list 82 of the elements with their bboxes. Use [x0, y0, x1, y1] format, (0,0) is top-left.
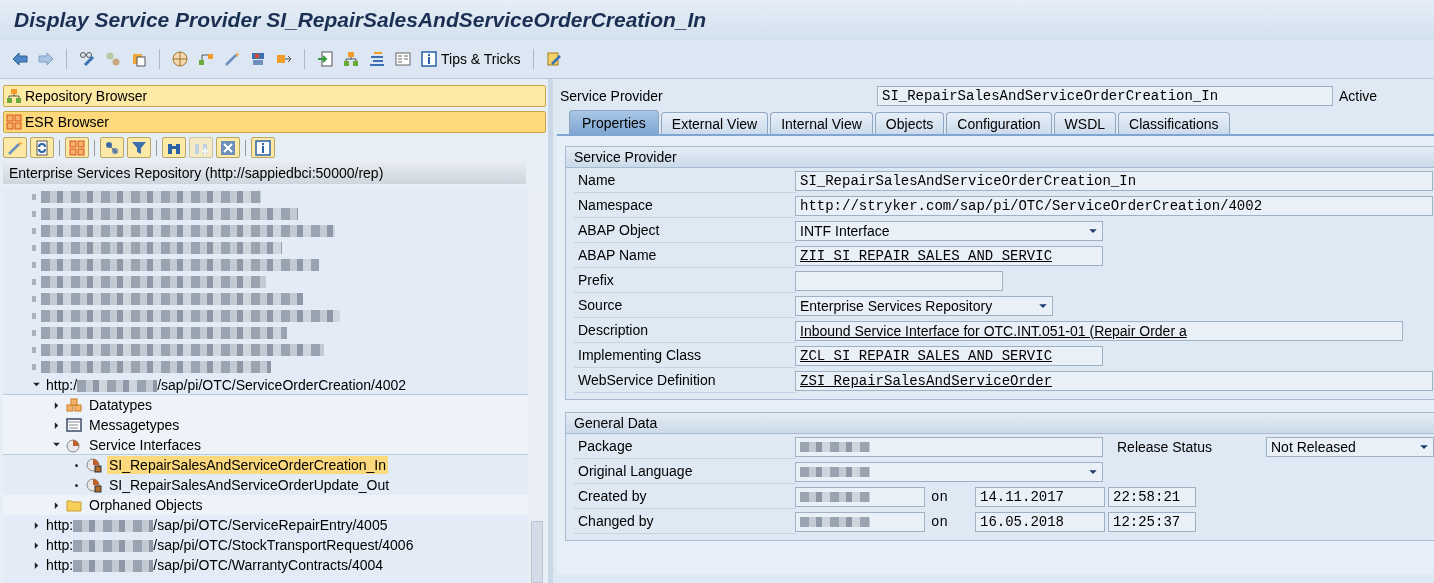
dropdown[interactable]: Enterprise Services Repository [795, 295, 1053, 316]
pie-icon[interactable] [172, 51, 188, 67]
collapse-caret-icon[interactable] [52, 440, 61, 449]
tree-item[interactable]: http: /sap/pi/OTC/WarrantyContracts/4004 [46, 557, 384, 573]
blocks-icon [66, 397, 82, 413]
tab[interactable]: WSDL [1053, 112, 1117, 134]
tree-item[interactable]: SI_RepairSalesAndServiceOrderUpdate_Out [107, 476, 392, 494]
tab[interactable]: Classifications [1118, 112, 1230, 134]
folder-icon [66, 497, 82, 513]
tab[interactable]: External View [660, 112, 769, 134]
bullet-icon [75, 483, 78, 487]
window-title: Display Service Provider SI_RepairSalesAndServiceOrderCreation_In [14, 8, 707, 32]
expand-caret-icon[interactable] [52, 420, 61, 430]
tree-item[interactable]: Messagetypes [87, 416, 182, 434]
group-title: General Data [566, 413, 1434, 434]
time-field[interactable]: 12:25:37 [1108, 511, 1196, 532]
input-field[interactable]: ZCL_SI_REPAIR_SALES_AND_SERVIC [795, 345, 1103, 366]
field-label: on [931, 488, 949, 505]
tab[interactable]: Internal View [770, 112, 873, 134]
tab[interactable]: Properties [569, 110, 659, 134]
copy-document-icon[interactable] [131, 51, 147, 67]
input-field[interactable] [795, 436, 1103, 457]
expand-caret-icon[interactable] [32, 520, 41, 530]
tree-item[interactable]: SI_RepairSalesAndServiceOrderCreation_In [107, 456, 389, 474]
field-label: on [931, 513, 949, 530]
object-name-field: SI_RepairSalesAndServiceOrderCreation_In [877, 86, 1333, 106]
connected-boxes-icon[interactable] [198, 51, 214, 67]
info-icon[interactable] [255, 139, 271, 156]
navigator-panel-button[interactable]: Repository Browser [3, 85, 546, 107]
magic-wand-icon[interactable] [224, 51, 240, 67]
input-field[interactable]: ZSI_RepairSalesAndServiceOrder [795, 370, 1433, 391]
refresh-icon[interactable] [34, 139, 50, 156]
date-field[interactable]: 14.11.2017 [975, 486, 1105, 507]
interface-icon [86, 477, 102, 493]
hierarchy-icon [6, 88, 22, 104]
glasses-pencil-icon[interactable] [79, 51, 95, 67]
status-text: Active [1339, 88, 1378, 104]
tree-item[interactable]: http: /sap/pi/OTC/StockTransportRequest/4006 [46, 537, 414, 553]
magic-wand-icon[interactable] [7, 139, 23, 156]
input-field[interactable] [795, 511, 925, 532]
field-label: Release Status [1116, 438, 1213, 455]
expand-caret-icon[interactable] [32, 560, 41, 570]
expand-caret-icon[interactable] [52, 400, 61, 410]
input-field[interactable] [795, 270, 1003, 291]
input-field[interactable]: SI_RepairSalesAndServiceOrderCreation_In [795, 170, 1433, 191]
arrow-right-icon[interactable] [38, 51, 54, 67]
info-icon [421, 51, 437, 67]
input-field[interactable]: ZII_SI_REPAIR_SALES_AND_SERVIC [795, 245, 1103, 266]
tree-item[interactable]: http: /sap/pi/OTC/ServiceRepairEntry/4005 [46, 517, 388, 533]
tab[interactable]: Configuration [946, 112, 1052, 134]
time-field[interactable]: 22:58:21 [1108, 486, 1196, 507]
group-title: Service Provider [566, 147, 1434, 168]
window-icon [66, 417, 82, 433]
four-squares-icon[interactable] [69, 139, 85, 156]
form-icon[interactable] [395, 51, 411, 67]
tree-item[interactable]: http:/ /sap/pi/OTC/ServiceOrderCreation/4002 [46, 376, 407, 393]
arrow-left-icon[interactable] [12, 51, 28, 67]
tab[interactable]: Objects [874, 112, 945, 134]
pie-icon [66, 436, 82, 453]
input-field[interactable]: Inbound Service Interface for OTC.INT.051-01 (Repair Order a [795, 320, 1403, 341]
hierarchy-icon[interactable] [343, 51, 359, 67]
date-field[interactable]: 16.05.2018 [975, 511, 1105, 532]
four-squares-icon [6, 114, 22, 130]
dropdown[interactable]: INTF Interface [795, 220, 1103, 241]
note-pencil-icon[interactable] [545, 51, 562, 67]
input-field[interactable] [795, 486, 925, 507]
dropdown[interactable]: Not Released [1266, 436, 1434, 457]
close-icon[interactable] [220, 139, 236, 156]
collapse-caret-icon[interactable] [32, 380, 41, 389]
filter-icon[interactable] [131, 139, 147, 156]
field-label: Service Provider [559, 88, 664, 104]
tree-header: Enterprise Services Repository (http://sappiedbci:50000/rep) [3, 162, 526, 184]
stacked-bars-icon[interactable] [369, 51, 385, 67]
import-document-icon[interactable] [317, 51, 333, 67]
input-field[interactable]: http://stryker.com/sap/pi/OTC/ServiceOrderCreation/4002 [795, 195, 1433, 216]
tips-and-tricks-button[interactable]: Tips & Tricks [419, 51, 523, 67]
expand-caret-icon[interactable] [32, 540, 41, 550]
expand-caret-icon[interactable] [52, 500, 61, 510]
interface-icon [86, 457, 102, 473]
tree-item[interactable]: Datatypes [87, 396, 155, 414]
bullet-icon [75, 463, 78, 467]
navigator-panel-button[interactable]: ESR Browser [3, 111, 546, 133]
